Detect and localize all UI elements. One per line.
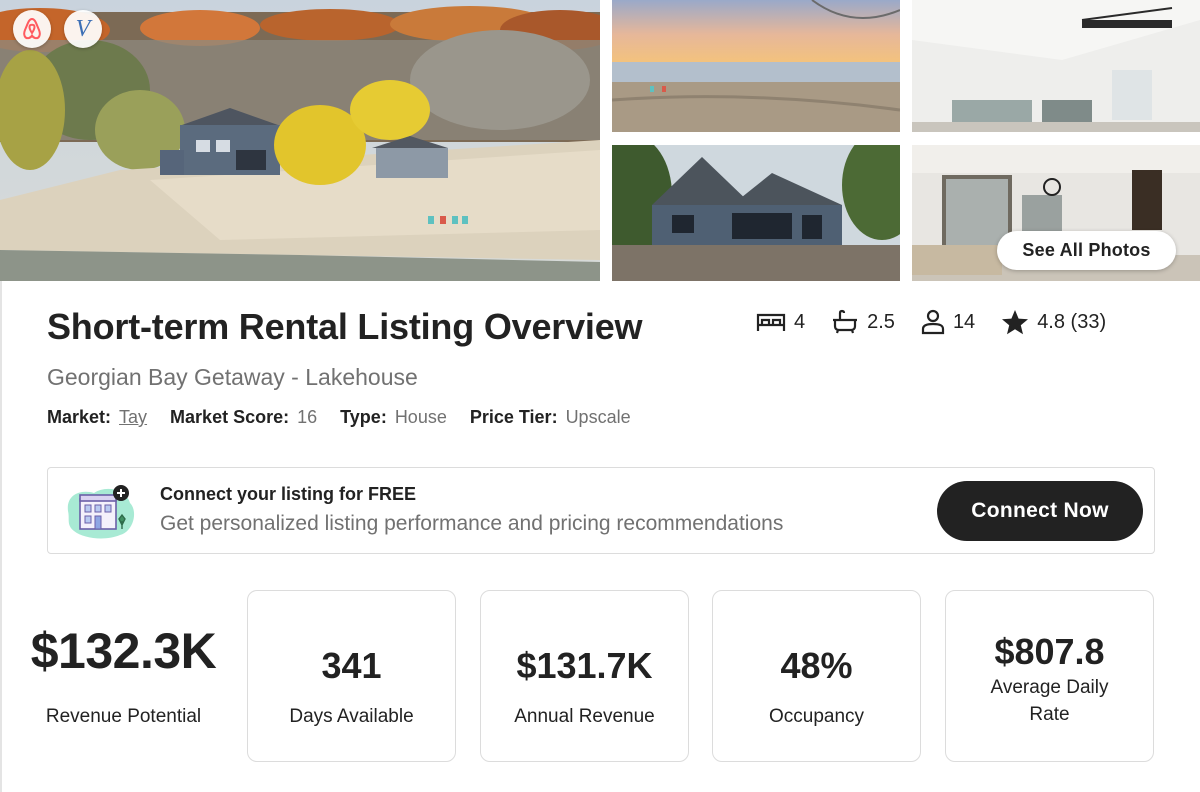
page-title: Short-term Rental Listing Overview: [47, 306, 643, 347]
bathrooms-count: 2.5: [867, 310, 895, 333]
guests-count: 14: [952, 310, 976, 333]
market-label: Market:: [47, 407, 112, 427]
bedrooms-count: 4: [794, 310, 806, 333]
price-tier-label: Price Tier:: [469, 407, 558, 427]
bedrooms-stat: 4: [756, 311, 805, 334]
listing-meta: Market: Tay Market Score: 16 Type: House…: [47, 407, 654, 428]
average-daily-rate-card: $807.8 Average Daily Rate: [945, 590, 1154, 762]
connect-description: Get personalized listing performance and…: [160, 512, 784, 535]
listing-name: Georgian Bay Getaway - Lakehouse: [47, 364, 418, 390]
annual-revenue-card: $131.7K Annual Revenue: [480, 590, 689, 762]
star-icon: [1002, 310, 1029, 335]
listing-stats: 4 2.5 14 4.8 (33): [756, 306, 1106, 338]
connect-now-button[interactable]: Connect Now: [937, 481, 1143, 541]
listing-house-illustration-icon: [67, 485, 135, 539]
days-available-value: 341: [321, 645, 382, 686]
house-exterior-photo[interactable]: [612, 145, 900, 281]
market-score-label: Market Score:: [170, 407, 290, 427]
annual-revenue-label: Annual Revenue: [514, 706, 655, 727]
days-available-label: Days Available: [289, 706, 414, 727]
market-link[interactable]: Tay: [119, 407, 147, 428]
revenue-potential-value: $132.3K: [30, 623, 217, 679]
occupancy-value: 48%: [780, 645, 853, 686]
bathtub-icon: [833, 309, 858, 334]
type-label: Type:: [340, 407, 387, 427]
photo-gallery: V See All Photos: [0, 0, 1200, 281]
occupancy-card: 48% Occupancy: [712, 590, 921, 762]
type-value: House: [394, 407, 447, 427]
beach-photo[interactable]: [612, 0, 900, 132]
price-tier-value: Upscale: [565, 407, 631, 427]
connect-title: Connect your listing for FREE: [160, 484, 417, 504]
revenue-potential-metric: $132.3K Revenue Potential: [0, 590, 247, 762]
average-daily-rate-value: $807.8: [994, 631, 1105, 672]
guests-stat: 14: [921, 309, 975, 335]
interior-photo-loft[interactable]: [912, 0, 1200, 132]
see-all-photos-button[interactable]: See All Photos: [997, 231, 1176, 270]
annual-revenue-value: $131.7K: [516, 645, 653, 686]
revenue-potential-label: Revenue Potential: [45, 706, 202, 727]
days-available-card: 341 Days Available: [247, 590, 456, 762]
bed-icon: [756, 313, 786, 331]
bathrooms-stat: 2.5: [831, 309, 895, 335]
market-score-value: 16: [297, 407, 318, 427]
connect-listing-banner: Connect your listing for FREE Get person…: [47, 467, 1155, 554]
airbnb-logo-icon[interactable]: [13, 10, 51, 48]
rating-value: 4.8 (33): [1037, 310, 1107, 333]
rating-stat: 4.8 (33): [1001, 309, 1106, 335]
average-daily-rate-label: Average Daily Rate: [990, 677, 1109, 725]
occupancy-label: Occupancy: [768, 706, 865, 727]
person-icon: [921, 309, 945, 335]
vrbo-logo-icon[interactable]: V: [64, 10, 102, 48]
